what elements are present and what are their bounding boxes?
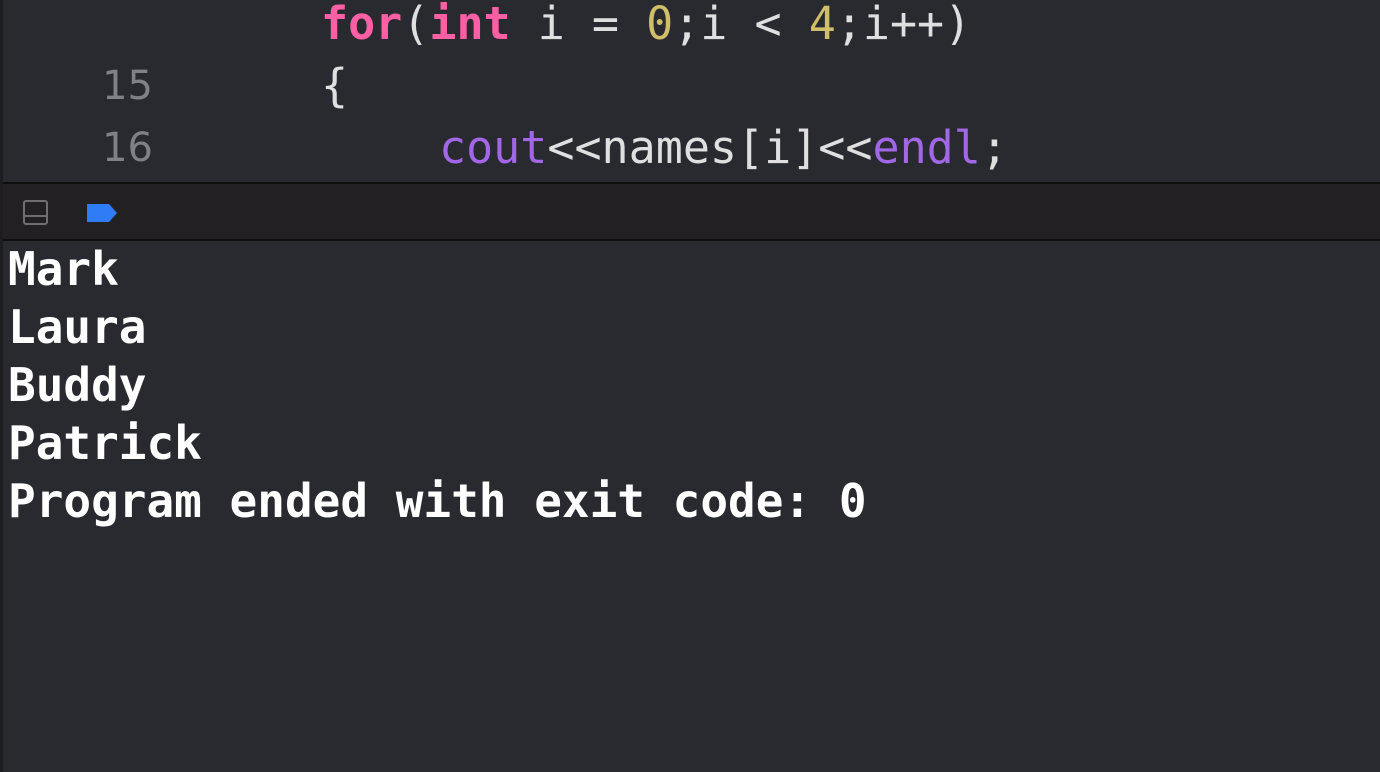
code-text[interactable]: cout<<names[i]<<endl; [439, 117, 1008, 179]
plain-token: ; [980, 121, 1008, 174]
code-text[interactable]: for(int i = 0;i < 4;i++) [321, 0, 971, 55]
plain-token: ;i++) [835, 0, 972, 50]
code-line-17[interactable]: 17 cout<<names[i]<<endl; [3, 117, 1380, 179]
number-token: 0 [646, 0, 674, 50]
plain-token: <<names[i]<< [547, 121, 873, 174]
source-editor[interactable]: 15 for(int i = 0;i < 4;i++) 16 { 17 cout… [3, 0, 1380, 182]
plain-token: i = [510, 0, 647, 50]
debug-area-toolbar [3, 182, 1380, 241]
code-line-15[interactable]: 15 for(int i = 0;i < 4;i++) [3, 0, 1380, 109]
code-text[interactable]: { [321, 55, 348, 117]
console-line: Buddy [8, 358, 147, 412]
console-line: Patrick [8, 416, 202, 470]
breakpoints-icon[interactable] [85, 203, 119, 223]
plain-token: ( [402, 0, 430, 50]
xcode-window: 15 for(int i = 0;i < 4;i++) 16 { 17 cout… [0, 0, 1380, 772]
keyword-token: int [429, 0, 511, 50]
plain-token: ;i < [673, 0, 809, 50]
identifier-token: cout [439, 121, 548, 174]
console-output[interactable]: Mark Laura Buddy Patrick Program ended w… [3, 241, 1380, 772]
panel-toggle-icon[interactable] [23, 200, 48, 225]
plain-token: { [321, 59, 349, 112]
number-token: 4 [808, 0, 836, 50]
console-line: Laura [8, 300, 147, 354]
console-line: Mark [8, 242, 119, 296]
identifier-token: endl [872, 121, 981, 174]
code-line-16[interactable]: 16 { [3, 55, 1380, 171]
exit-status-line: Program ended with exit code: 0 [8, 474, 867, 528]
keyword-token: for [321, 0, 403, 50]
